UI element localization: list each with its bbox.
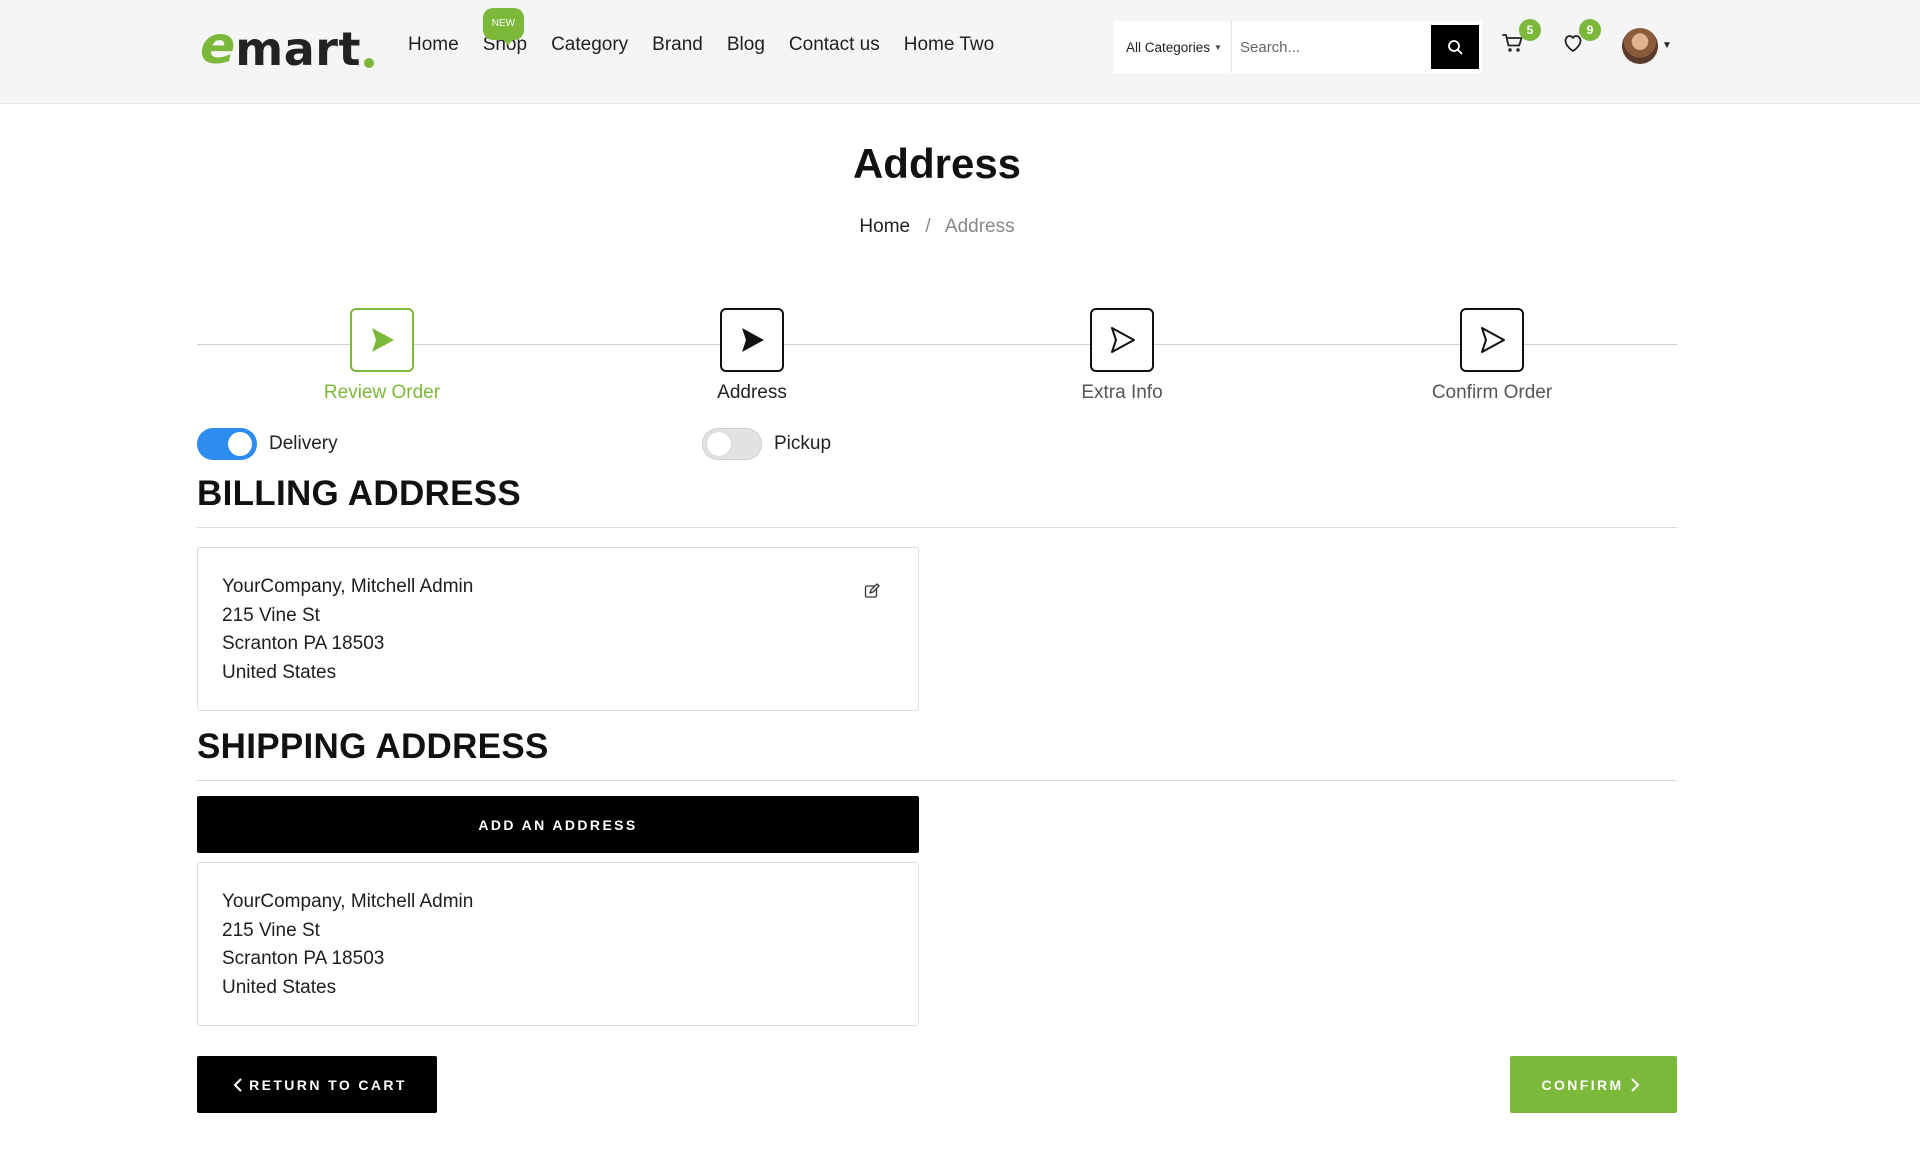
step-label: Confirm Order xyxy=(1431,382,1553,403)
brand-logo[interactable]: e mart xyxy=(200,20,374,72)
nav-item-blog[interactable]: Blog xyxy=(727,32,765,58)
search-bar: All Categories ▼ xyxy=(1114,21,1482,73)
main-nav: Home NEW Shop Category Brand Blog Contac… xyxy=(408,8,1018,58)
step-box xyxy=(720,308,784,372)
step-label: Review Order xyxy=(323,382,441,403)
address-line: United States xyxy=(222,662,337,684)
step-extra-info[interactable]: Extra Info xyxy=(992,308,1252,404)
step-review-order[interactable]: Review Order xyxy=(252,308,512,404)
pickup-switch[interactable] xyxy=(702,428,762,460)
breadcrumb-current: Address xyxy=(944,216,1015,237)
logo-dot xyxy=(363,58,374,68)
category-select[interactable]: All Categories ▼ xyxy=(1114,21,1232,73)
cart-count-badge: 5 xyxy=(1519,19,1541,41)
add-address-label: ADD AN ADDRESS xyxy=(478,816,638,833)
step-box xyxy=(350,308,414,372)
switch-knob xyxy=(707,432,731,456)
confirm-label: CONFIRM xyxy=(1541,1076,1624,1093)
nav-item-category[interactable]: Category xyxy=(551,32,628,58)
nav-item-home[interactable]: Home xyxy=(408,32,459,58)
play-outline-icon xyxy=(1111,327,1135,353)
avatar[interactable] xyxy=(1622,28,1658,64)
shipping-address-card[interactable]: YourCompany, Mitchell Admin 215 Vine St … xyxy=(197,862,919,1026)
add-address-button[interactable]: ADD AN ADDRESS xyxy=(197,796,919,853)
step-address[interactable]: Address xyxy=(622,308,882,404)
chevron-left-icon xyxy=(233,1077,242,1092)
shipping-address-title: SHIPPING ADDRESS xyxy=(197,727,549,766)
new-badge: NEW xyxy=(482,8,525,45)
delivery-switch[interactable] xyxy=(197,428,257,460)
edit-icon xyxy=(864,583,880,598)
billing-address-card[interactable]: YourCompany, Mitchell Admin 215 Vine St … xyxy=(197,547,919,711)
nav-item-label: Brand xyxy=(652,34,703,55)
return-to-cart-button[interactable]: RETURN TO CART xyxy=(197,1056,437,1113)
section-divider xyxy=(197,527,1677,528)
delivery-toggle[interactable]: Delivery xyxy=(197,428,338,460)
breadcrumb-separator: / xyxy=(925,216,931,237)
nav-item-label: Category xyxy=(551,34,629,55)
chevron-down-icon[interactable]: ▼ xyxy=(1662,40,1672,51)
pickup-toggle[interactable]: Pickup xyxy=(702,428,831,460)
step-label: Address xyxy=(717,382,787,403)
breadcrumb: Home / Address xyxy=(0,216,1874,238)
play-outline-icon xyxy=(1481,327,1505,353)
address-line: 215 Vine St xyxy=(222,604,320,626)
address-line: Scranton PA 18503 xyxy=(222,633,385,655)
logo-text: mart xyxy=(235,22,361,76)
return-to-cart-label: RETURN TO CART xyxy=(249,1076,407,1093)
nav-item-label: Home xyxy=(408,34,459,55)
switch-knob xyxy=(228,432,252,456)
billing-address-title: BILLING ADDRESS xyxy=(197,474,522,513)
play-icon xyxy=(372,328,394,352)
nav-item-label: Home Two xyxy=(903,34,995,55)
address-line: Scranton PA 18503 xyxy=(222,948,385,970)
address-line: United States xyxy=(222,977,337,999)
search-icon xyxy=(1448,40,1463,55)
category-select-value: All Categories xyxy=(1126,39,1211,55)
address-line: 215 Vine St xyxy=(222,919,320,941)
address-line: YourCompany, Mitchell Admin xyxy=(222,576,474,597)
nav-item-brand[interactable]: Brand xyxy=(652,32,703,58)
site-header: e mart Home NEW Shop Category Brand Blog… xyxy=(0,0,1920,104)
chevron-right-icon xyxy=(1630,1077,1639,1092)
nav-item-contact[interactable]: Contact us xyxy=(789,32,880,58)
pickup-label: Pickup xyxy=(774,433,832,454)
search-input[interactable] xyxy=(1232,21,1439,73)
address-line: YourCompany, Mitchell Admin xyxy=(222,891,474,912)
nav-item-label: Contact us xyxy=(788,34,880,55)
page-title: Address xyxy=(852,140,1022,187)
delivery-label: Delivery xyxy=(269,433,338,454)
play-icon xyxy=(742,328,764,352)
wishlist-count-badge: 9 xyxy=(1579,19,1601,41)
step-confirm-order[interactable]: Confirm Order xyxy=(1362,308,1622,404)
breadcrumb-home-link[interactable]: Home xyxy=(859,216,910,237)
step-box xyxy=(1090,308,1154,372)
chevron-down-icon: ▼ xyxy=(1214,42,1222,52)
logo-e: e xyxy=(200,16,236,76)
nav-item-shop[interactable]: NEW Shop xyxy=(482,8,527,58)
edit-address-button[interactable] xyxy=(864,583,882,601)
confirm-button[interactable]: CONFIRM xyxy=(1510,1056,1677,1113)
step-label: Extra Info xyxy=(1081,382,1163,403)
nav-item-label: Blog xyxy=(726,34,765,55)
search-button[interactable] xyxy=(1431,25,1479,69)
cart-button[interactable]: 5 xyxy=(1498,19,1541,58)
nav-item-home-two[interactable]: Home Two xyxy=(904,32,994,58)
step-box xyxy=(1460,308,1524,372)
wishlist-button[interactable]: 9 xyxy=(1558,19,1601,58)
section-divider xyxy=(197,780,1677,781)
